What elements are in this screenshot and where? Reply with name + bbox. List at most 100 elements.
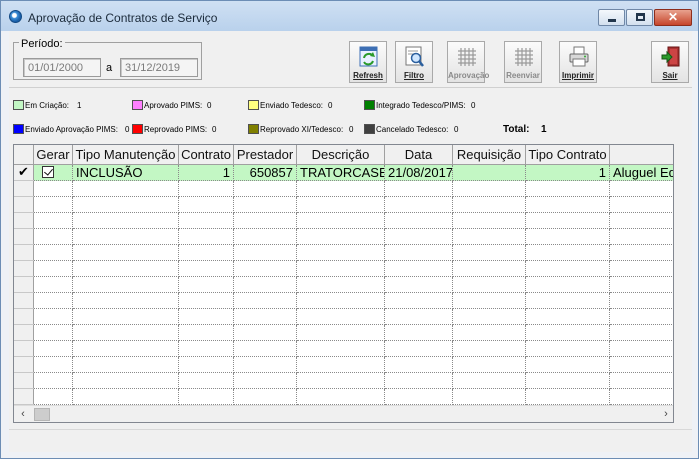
empty-cell[interactable] xyxy=(34,373,73,389)
empty-cell[interactable] xyxy=(453,389,526,405)
empty-cell[interactable] xyxy=(73,229,179,245)
empty-cell[interactable] xyxy=(526,245,610,261)
empty-cell[interactable] xyxy=(385,389,453,405)
empty-cell[interactable] xyxy=(297,261,385,277)
empty-cell[interactable] xyxy=(73,373,179,389)
empty-cell[interactable] xyxy=(73,213,179,229)
empty-cell[interactable] xyxy=(73,261,179,277)
empty-cell[interactable] xyxy=(453,357,526,373)
start-date-field[interactable]: 01/01/2000 xyxy=(23,58,101,77)
prestador-cell[interactable]: 650857 xyxy=(234,165,297,181)
d-cell[interactable]: Aluguel Eq xyxy=(610,165,673,181)
empty-cell[interactable] xyxy=(34,261,73,277)
empty-cell[interactable] xyxy=(34,229,73,245)
empty-cell[interactable] xyxy=(179,229,234,245)
empty-cell[interactable] xyxy=(179,261,234,277)
empty-table-row[interactable] xyxy=(14,261,673,277)
gerar-cell[interactable] xyxy=(34,165,73,181)
column-header-prestador[interactable]: Prestador xyxy=(234,145,297,165)
empty-cell[interactable] xyxy=(385,229,453,245)
minimize-button[interactable] xyxy=(598,9,625,26)
empty-cell[interactable] xyxy=(179,341,234,357)
scroll-thumb[interactable] xyxy=(34,408,50,421)
empty-cell[interactable] xyxy=(453,197,526,213)
empty-cell[interactable] xyxy=(526,261,610,277)
empty-cell[interactable] xyxy=(179,389,234,405)
empty-cell[interactable] xyxy=(34,341,73,357)
end-date-field[interactable]: 31/12/2019 xyxy=(120,58,198,77)
empty-cell[interactable] xyxy=(73,277,179,293)
empty-cell[interactable] xyxy=(234,277,297,293)
empty-cell[interactable] xyxy=(234,341,297,357)
empty-cell[interactable] xyxy=(179,245,234,261)
reenviar-button[interactable]: Reenviar xyxy=(504,41,542,83)
empty-cell[interactable] xyxy=(453,309,526,325)
empty-cell[interactable] xyxy=(610,389,673,405)
empty-cell[interactable] xyxy=(73,245,179,261)
empty-cell[interactable] xyxy=(297,373,385,389)
data-cell[interactable]: 21/08/2017 xyxy=(385,165,453,181)
empty-cell[interactable] xyxy=(453,373,526,389)
empty-table-row[interactable] xyxy=(14,245,673,261)
empty-cell[interactable] xyxy=(453,181,526,197)
empty-cell[interactable] xyxy=(526,213,610,229)
column-header-d[interactable]: D xyxy=(610,145,673,165)
empty-cell[interactable] xyxy=(179,357,234,373)
tipo-manutencao-cell[interactable]: INCLUSÃO xyxy=(73,165,179,181)
empty-cell[interactable] xyxy=(453,293,526,309)
refresh-button[interactable]: Refresh xyxy=(349,41,387,83)
empty-cell[interactable] xyxy=(610,309,673,325)
imprimir-button[interactable]: Imprimir xyxy=(559,41,597,83)
empty-cell[interactable] xyxy=(610,213,673,229)
empty-cell[interactable] xyxy=(610,293,673,309)
descricao-cell[interactable]: TRATORCASE xyxy=(297,165,385,181)
empty-cell[interactable] xyxy=(453,261,526,277)
maximize-button[interactable] xyxy=(626,9,653,26)
empty-cell[interactable] xyxy=(453,213,526,229)
empty-cell[interactable] xyxy=(73,197,179,213)
empty-cell[interactable] xyxy=(234,357,297,373)
empty-cell[interactable] xyxy=(234,293,297,309)
column-header-requisicao[interactable]: Requisição xyxy=(453,145,526,165)
empty-table-row[interactable] xyxy=(14,197,673,213)
empty-cell[interactable] xyxy=(297,325,385,341)
empty-table-row[interactable] xyxy=(14,213,673,229)
empty-table-row[interactable] xyxy=(14,229,673,245)
empty-table-row[interactable] xyxy=(14,373,673,389)
close-button[interactable]: ✕ xyxy=(654,9,692,26)
empty-cell[interactable] xyxy=(179,181,234,197)
empty-cell[interactable] xyxy=(610,261,673,277)
title-bar[interactable]: Aprovação de Contratos de Serviço ✕ xyxy=(1,1,698,31)
aprovacao-button[interactable]: Aprovação xyxy=(447,41,489,83)
empty-cell[interactable] xyxy=(297,309,385,325)
empty-table-row[interactable] xyxy=(14,181,673,197)
empty-cell[interactable] xyxy=(385,341,453,357)
empty-cell[interactable] xyxy=(453,277,526,293)
empty-cell[interactable] xyxy=(385,325,453,341)
empty-cell[interactable] xyxy=(453,325,526,341)
empty-cell[interactable] xyxy=(73,293,179,309)
column-header-data[interactable]: Data xyxy=(385,145,453,165)
empty-cell[interactable] xyxy=(234,213,297,229)
empty-cell[interactable] xyxy=(610,341,673,357)
empty-cell[interactable] xyxy=(526,373,610,389)
empty-cell[interactable] xyxy=(179,197,234,213)
empty-cell[interactable] xyxy=(73,309,179,325)
empty-cell[interactable] xyxy=(526,197,610,213)
empty-table-row[interactable] xyxy=(14,309,673,325)
sair-button[interactable]: Sair xyxy=(651,41,689,83)
empty-cell[interactable] xyxy=(385,213,453,229)
empty-cell[interactable] xyxy=(385,293,453,309)
empty-table-row[interactable] xyxy=(14,293,673,309)
empty-cell[interactable] xyxy=(73,325,179,341)
empty-table-row[interactable] xyxy=(14,357,673,373)
empty-cell[interactable] xyxy=(234,181,297,197)
empty-cell[interactable] xyxy=(34,245,73,261)
empty-cell[interactable] xyxy=(610,197,673,213)
empty-cell[interactable] xyxy=(526,229,610,245)
empty-table-row[interactable] xyxy=(14,389,673,405)
empty-cell[interactable] xyxy=(234,325,297,341)
empty-cell[interactable] xyxy=(73,357,179,373)
empty-cell[interactable] xyxy=(526,325,610,341)
empty-cell[interactable] xyxy=(297,277,385,293)
